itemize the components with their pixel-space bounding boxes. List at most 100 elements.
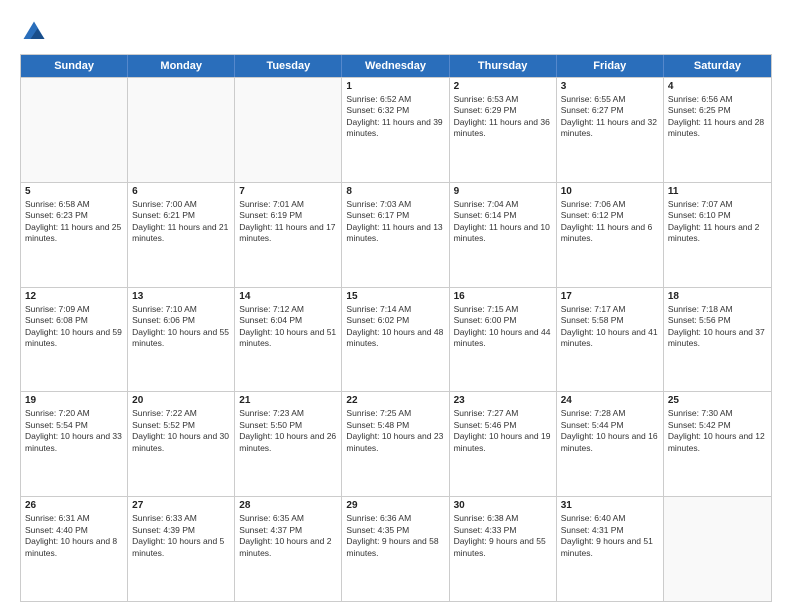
day-number: 16 [454, 291, 552, 302]
day-cell-18: 18 Sunrise: 7:18 AM Sunset: 5:56 PM Dayli… [664, 288, 771, 392]
day-number: 29 [346, 500, 444, 511]
header-day-sunday: Sunday [21, 55, 128, 77]
day-number: 6 [132, 186, 230, 197]
empty-cell [235, 78, 342, 182]
calendar-week-5: 26 Sunrise: 6:31 AM Sunset: 4:40 PM Dayli… [21, 496, 771, 601]
cell-info: Sunrise: 7:28 AM Sunset: 5:44 PM Dayligh… [561, 408, 659, 454]
cell-info: Sunrise: 7:17 AM Sunset: 5:58 PM Dayligh… [561, 304, 659, 350]
day-number: 20 [132, 395, 230, 406]
empty-cell [664, 497, 771, 601]
day-number: 21 [239, 395, 337, 406]
day-cell-3: 3 Sunrise: 6:55 AM Sunset: 6:27 PM Daylig… [557, 78, 664, 182]
cell-info: Sunrise: 7:25 AM Sunset: 5:48 PM Dayligh… [346, 408, 444, 454]
header-day-monday: Monday [128, 55, 235, 77]
day-number: 15 [346, 291, 444, 302]
header-day-wednesday: Wednesday [342, 55, 449, 77]
cell-info: Sunrise: 7:18 AM Sunset: 5:56 PM Dayligh… [668, 304, 767, 350]
day-cell-11: 11 Sunrise: 7:07 AM Sunset: 6:10 PM Dayli… [664, 183, 771, 287]
cell-info: Sunrise: 6:35 AM Sunset: 4:37 PM Dayligh… [239, 513, 337, 559]
day-cell-7: 7Sunrise: 7:01 AM Sunset: 6:19 PM Daylig… [235, 183, 342, 287]
day-cell-26: 26 Sunrise: 6:31 AM Sunset: 4:40 PM Dayli… [21, 497, 128, 601]
header-day-saturday: Saturday [664, 55, 771, 77]
cell-info: Sunrise: 6:40 AM Sunset: 4:31 PM Dayligh… [561, 513, 659, 559]
cell-info: Sunrise: 7:01 AM Sunset: 6:19 PM Dayligh… [239, 199, 337, 245]
day-number: 2 [454, 81, 552, 92]
day-cell-2: 2 Sunrise: 6:53 AM Sunset: 6:29 PM Daylig… [450, 78, 557, 182]
day-number: 8 [346, 186, 444, 197]
cell-info: Sunrise: 6:58 AM Sunset: 6:23 PM Dayligh… [25, 199, 123, 245]
cell-info: Sunrise: 7:07 AM Sunset: 6:10 PM Dayligh… [668, 199, 767, 245]
calendar-body: 1Sunrise: 6:52 AM Sunset: 6:32 PM Daylig… [21, 77, 771, 601]
day-number: 10 [561, 186, 659, 197]
cell-info: Sunrise: 7:14 AM Sunset: 6:02 PM Dayligh… [346, 304, 444, 350]
day-cell-5: 5 Sunrise: 6:58 AM Sunset: 6:23 PM Daylig… [21, 183, 128, 287]
cell-info: Sunrise: 6:38 AM Sunset: 4:33 PM Dayligh… [454, 513, 552, 559]
day-cell-19: 19 Sunrise: 7:20 AM Sunset: 5:54 PM Dayli… [21, 392, 128, 496]
logo [20, 18, 52, 46]
day-cell-9: 9 Sunrise: 7:04 AM Sunset: 6:14 PM Daylig… [450, 183, 557, 287]
day-number: 11 [668, 186, 767, 197]
day-number: 14 [239, 291, 337, 302]
day-cell-31: 31 Sunrise: 6:40 AM Sunset: 4:31 PM Dayli… [557, 497, 664, 601]
day-cell-13: 13 Sunrise: 7:10 AM Sunset: 6:06 PM Dayli… [128, 288, 235, 392]
day-number: 19 [25, 395, 123, 406]
cell-info: Sunrise: 6:31 AM Sunset: 4:40 PM Dayligh… [25, 513, 123, 559]
day-cell-22: 22 Sunrise: 7:25 AM Sunset: 5:48 PM Dayli… [342, 392, 449, 496]
cell-info: Sunrise: 7:00 AM Sunset: 6:21 PM Dayligh… [132, 199, 230, 245]
day-number: 28 [239, 500, 337, 511]
cell-info: Sunrise: 7:15 AM Sunset: 6:00 PM Dayligh… [454, 304, 552, 350]
day-number: 12 [25, 291, 123, 302]
calendar-week-4: 19 Sunrise: 7:20 AM Sunset: 5:54 PM Dayli… [21, 391, 771, 496]
header-day-thursday: Thursday [450, 55, 557, 77]
cell-info: Sunrise: 7:27 AM Sunset: 5:46 PM Dayligh… [454, 408, 552, 454]
day-number: 31 [561, 500, 659, 511]
calendar: SundayMondayTuesdayWednesdayThursdayFrid… [20, 54, 772, 602]
cell-info: Sunrise: 7:06 AM Sunset: 6:12 PM Dayligh… [561, 199, 659, 245]
cell-info: Sunrise: 7:04 AM Sunset: 6:14 PM Dayligh… [454, 199, 552, 245]
day-number: 24 [561, 395, 659, 406]
day-number: 23 [454, 395, 552, 406]
cell-info: Sunrise: 6:55 AM Sunset: 6:27 PM Dayligh… [561, 94, 659, 140]
day-cell-28: 28 Sunrise: 6:35 AM Sunset: 4:37 PM Dayli… [235, 497, 342, 601]
cell-info: Sunrise: 6:53 AM Sunset: 6:29 PM Dayligh… [454, 94, 552, 140]
calendar-header: SundayMondayTuesdayWednesdayThursdayFrid… [21, 55, 771, 77]
day-cell-1: 1Sunrise: 6:52 AM Sunset: 6:32 PM Daylig… [342, 78, 449, 182]
day-number: 13 [132, 291, 230, 302]
calendar-week-2: 5 Sunrise: 6:58 AM Sunset: 6:23 PM Daylig… [21, 182, 771, 287]
header-day-tuesday: Tuesday [235, 55, 342, 77]
cell-info: Sunrise: 7:22 AM Sunset: 5:52 PM Dayligh… [132, 408, 230, 454]
day-cell-24: 24 Sunrise: 7:28 AM Sunset: 5:44 PM Dayli… [557, 392, 664, 496]
day-number: 17 [561, 291, 659, 302]
day-number: 9 [454, 186, 552, 197]
page: SundayMondayTuesdayWednesdayThursdayFrid… [0, 0, 792, 612]
day-number: 4 [668, 81, 767, 92]
day-cell-4: 4Sunrise: 6:56 AM Sunset: 6:25 PM Daylig… [664, 78, 771, 182]
day-number: 3 [561, 81, 659, 92]
cell-info: Sunrise: 7:23 AM Sunset: 5:50 PM Dayligh… [239, 408, 337, 454]
day-cell-25: 25Sunrise: 7:30 AM Sunset: 5:42 PM Dayli… [664, 392, 771, 496]
day-cell-20: 20 Sunrise: 7:22 AM Sunset: 5:52 PM Dayli… [128, 392, 235, 496]
empty-cell [21, 78, 128, 182]
cell-info: Sunrise: 7:03 AM Sunset: 6:17 PM Dayligh… [346, 199, 444, 245]
day-number: 18 [668, 291, 767, 302]
cell-info: Sunrise: 6:52 AM Sunset: 6:32 PM Dayligh… [346, 94, 444, 140]
cell-info: Sunrise: 7:10 AM Sunset: 6:06 PM Dayligh… [132, 304, 230, 350]
day-number: 26 [25, 500, 123, 511]
day-cell-10: 10 Sunrise: 7:06 AM Sunset: 6:12 PM Dayli… [557, 183, 664, 287]
day-cell-8: 8 Sunrise: 7:03 AM Sunset: 6:17 PM Daylig… [342, 183, 449, 287]
day-cell-29: 29Sunrise: 6:36 AM Sunset: 4:35 PM Dayli… [342, 497, 449, 601]
day-cell-16: 16 Sunrise: 7:15 AM Sunset: 6:00 PM Dayli… [450, 288, 557, 392]
day-cell-23: 23 Sunrise: 7:27 AM Sunset: 5:46 PM Dayli… [450, 392, 557, 496]
cell-info: Sunrise: 7:30 AM Sunset: 5:42 PM Dayligh… [668, 408, 767, 454]
day-cell-30: 30Sunrise: 6:38 AM Sunset: 4:33 PM Dayli… [450, 497, 557, 601]
day-number: 5 [25, 186, 123, 197]
day-cell-6: 6 Sunrise: 7:00 AM Sunset: 6:21 PM Daylig… [128, 183, 235, 287]
cell-info: Sunrise: 7:20 AM Sunset: 5:54 PM Dayligh… [25, 408, 123, 454]
day-number: 22 [346, 395, 444, 406]
day-cell-15: 15 Sunrise: 7:14 AM Sunset: 6:02 PM Dayli… [342, 288, 449, 392]
header-day-friday: Friday [557, 55, 664, 77]
calendar-week-1: 1Sunrise: 6:52 AM Sunset: 6:32 PM Daylig… [21, 77, 771, 182]
calendar-week-3: 12Sunrise: 7:09 AM Sunset: 6:08 PM Dayli… [21, 287, 771, 392]
cell-info: Sunrise: 7:12 AM Sunset: 6:04 PM Dayligh… [239, 304, 337, 350]
day-cell-14: 14 Sunrise: 7:12 AM Sunset: 6:04 PM Dayli… [235, 288, 342, 392]
